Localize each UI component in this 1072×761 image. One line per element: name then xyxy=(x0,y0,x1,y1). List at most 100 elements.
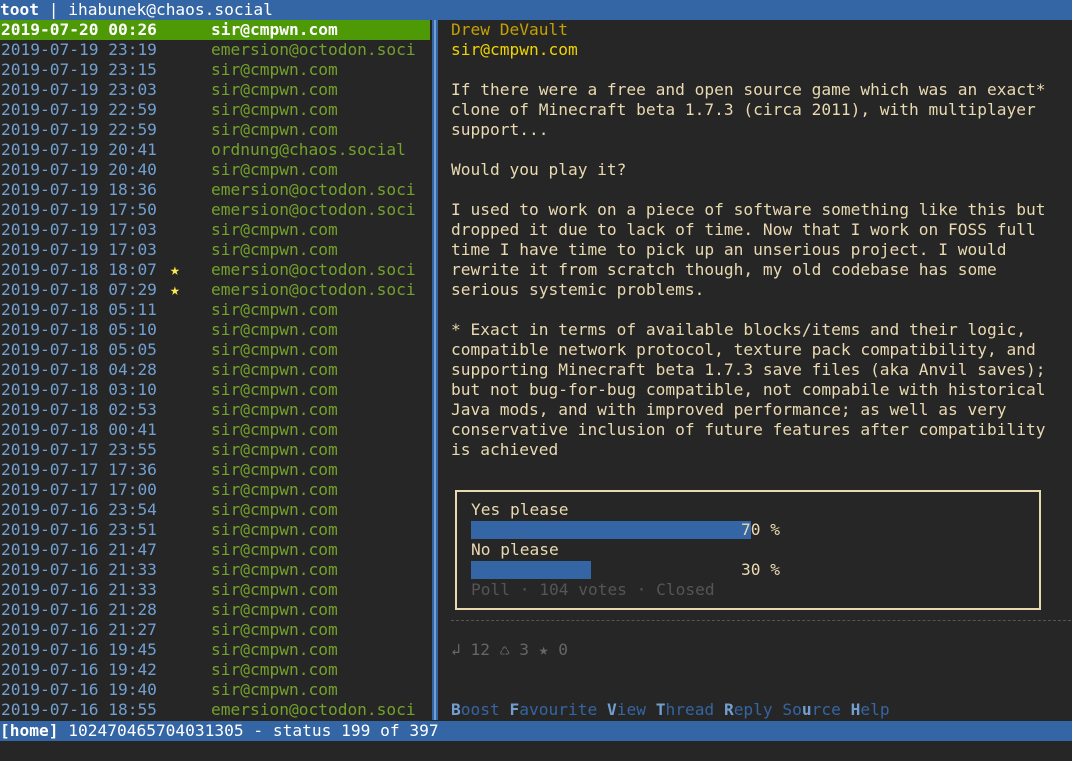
action-spacer xyxy=(597,700,607,719)
status-id: 102470465704031305 xyxy=(58,721,244,740)
timeline-row[interactable]: 2019-07-19 22:59 sir@cmpwn.com xyxy=(0,120,430,140)
status-datetime: 2019-07-19 20:40 xyxy=(1,160,157,179)
status-account: sir@cmpwn.com xyxy=(211,580,338,599)
timeline-row[interactable]: 2019-07-18 05:05 sir@cmpwn.com xyxy=(0,340,430,360)
status-account: sir@cmpwn.com xyxy=(211,660,338,679)
timeline-row[interactable]: 2019-07-19 18:36 emersion@octodon.soci xyxy=(0,180,430,200)
status-datetime: 2019-07-16 21:47 xyxy=(1,540,157,559)
status-datetime: 2019-07-19 20:41 xyxy=(1,140,157,159)
timeline-row[interactable]: 2019-07-18 04:28 sir@cmpwn.com xyxy=(0,360,430,380)
status-account: sir@cmpwn.com xyxy=(211,220,338,239)
action-thread-button[interactable]: Thread xyxy=(656,700,714,719)
pane-divider xyxy=(432,20,438,720)
status-account: sir@cmpwn.com xyxy=(211,60,338,79)
action-urce-button[interactable]: urce xyxy=(802,700,841,719)
action-reply-button[interactable]: Reply xyxy=(724,700,773,719)
timeline-row[interactable]: 2019-07-17 23:55 sir@cmpwn.com xyxy=(0,440,430,460)
status-account: sir@cmpwn.com xyxy=(211,380,338,399)
timeline-row[interactable]: 2019-07-16 18:55 emersion@octodon.soci xyxy=(0,700,430,720)
timeline-row[interactable]: 2019-07-19 23:19 emersion@octodon.soci xyxy=(0,40,430,60)
timeline-row[interactable]: 2019-07-19 20:41 ordnung@chaos.social xyxy=(0,140,430,160)
timeline-row[interactable]: 2019-07-19 23:03 sir@cmpwn.com xyxy=(0,80,430,100)
status-account: emersion@octodon.soci xyxy=(211,280,416,299)
timeline-list[interactable]: 2019-07-20 00:26 sir@cmpwn.com 2019-07-19 … xyxy=(0,20,430,720)
poll-option-percent: 70 % xyxy=(741,520,780,539)
status-datetime: 2019-07-17 23:55 xyxy=(1,440,157,459)
timeline-row[interactable]: 2019-07-18 07:29 ★ emersion@octodon.soci xyxy=(0,280,430,300)
timeline-row[interactable]: 2019-07-19 17:50 emersion@octodon.soci xyxy=(0,200,430,220)
timeline-row[interactable]: 2019-07-16 21:47 sir@cmpwn.com xyxy=(0,540,430,560)
status-datetime: 2019-07-16 21:33 xyxy=(1,560,157,579)
status-account: sir@cmpwn.com xyxy=(211,160,338,179)
timeline-row[interactable]: 2019-07-17 17:36 sir@cmpwn.com xyxy=(0,460,430,480)
status-account: sir@cmpwn.com xyxy=(211,540,338,559)
action-hotkey: u xyxy=(801,700,812,719)
timeline-row[interactable]: 2019-07-18 05:10 sir@cmpwn.com xyxy=(0,320,430,340)
action-spacer xyxy=(646,700,656,719)
status-datetime: 2019-07-18 02:53 xyxy=(1,400,157,419)
favourite-star-icon: ★ xyxy=(170,260,180,279)
action-bar: Boost Favourite View Thread Reply Source… xyxy=(451,700,890,720)
status-datetime: 2019-07-16 19:45 xyxy=(1,640,157,659)
timeline-row[interactable]: 2019-07-16 21:33 sir@cmpwn.com xyxy=(0,560,430,580)
status-account: sir@cmpwn.com xyxy=(211,600,338,619)
timeline-row[interactable]: 2019-07-19 17:03 sir@cmpwn.com xyxy=(0,240,430,260)
status-datetime: 2019-07-18 03:10 xyxy=(1,380,157,399)
status-account: sir@cmpwn.com xyxy=(211,520,338,539)
action-label: eply xyxy=(733,700,773,719)
timeline-row[interactable]: 2019-07-18 02:53 sir@cmpwn.com xyxy=(0,400,430,420)
action-hotkey: F xyxy=(509,700,520,719)
timeline-row[interactable]: 2019-07-18 03:10 sir@cmpwn.com xyxy=(0,380,430,400)
timeline-row[interactable]: 2019-07-16 21:28 sir@cmpwn.com xyxy=(0,600,430,620)
timeline-row[interactable]: 2019-07-16 23:54 sir@cmpwn.com xyxy=(0,500,430,520)
action-hotkey: T xyxy=(655,700,666,719)
status-datetime: 2019-07-18 05:11 xyxy=(1,300,157,319)
timeline-row[interactable]: 2019-07-19 22:59 sir@cmpwn.com xyxy=(0,100,430,120)
action-hotkey: R xyxy=(723,700,734,719)
status-datetime: 2019-07-19 18:36 xyxy=(1,180,157,199)
timeline-row[interactable]: 2019-07-16 23:51 sir@cmpwn.com xyxy=(0,520,430,540)
poll-option-bar: 30 % xyxy=(471,560,1031,580)
action-boost-button[interactable]: Boost xyxy=(451,700,500,719)
status-datetime: 2019-07-16 21:27 xyxy=(1,620,157,639)
status-account: emersion@octodon.soci xyxy=(211,40,416,59)
timeline-row[interactable]: 2019-07-17 17:00 sir@cmpwn.com xyxy=(0,480,430,500)
timeline-row[interactable]: 2019-07-16 21:33 sir@cmpwn.com xyxy=(0,580,430,600)
status-account: sir@cmpwn.com xyxy=(211,500,338,519)
status-account: sir@cmpwn.com xyxy=(211,680,338,699)
author-account[interactable]: sir@cmpwn.com xyxy=(451,40,1071,60)
status-paragraph: * Exact in terms of available blocks/ite… xyxy=(451,320,1046,459)
timeline-row[interactable]: 2019-07-16 19:42 sir@cmpwn.com xyxy=(0,660,430,680)
timeline-row[interactable]: 2019-07-19 23:15 sir@cmpwn.com xyxy=(0,60,430,80)
status-datetime: 2019-07-19 22:59 xyxy=(1,120,157,139)
status-datetime: 2019-07-19 23:03 xyxy=(1,80,157,99)
status-datetime: 2019-07-16 23:54 xyxy=(1,500,157,519)
action-help-button[interactable]: Help xyxy=(851,700,890,719)
action-view-button[interactable]: View xyxy=(607,700,646,719)
action-hotkey: H xyxy=(850,700,861,719)
timeline-row[interactable]: 2019-07-18 18:07 ★ emersion@octodon.soci xyxy=(0,260,430,280)
timeline-row[interactable]: 2019-07-18 00:41 sir@cmpwn.com xyxy=(0,420,430,440)
action-label: elp xyxy=(860,700,890,719)
timeline-row[interactable]: 2019-07-20 00:26 sir@cmpwn.com xyxy=(0,20,430,40)
action-favourite-button[interactable]: Favourite xyxy=(509,700,597,719)
timeline-row[interactable]: 2019-07-16 19:45 sir@cmpwn.com xyxy=(0,640,430,660)
timeline-row[interactable]: 2019-07-19 17:03 sir@cmpwn.com xyxy=(0,220,430,240)
title-separator: | xyxy=(38,0,69,19)
status-bar: [home] 102470465704031305 - status 199 o… xyxy=(0,721,1072,741)
status-datetime: 2019-07-16 19:42 xyxy=(1,660,157,679)
timeline-row[interactable]: 2019-07-16 19:40 sir@cmpwn.com xyxy=(0,680,430,700)
action-spacer xyxy=(714,700,724,719)
action-label: hread xyxy=(665,700,715,719)
status-datetime: 2019-07-17 17:36 xyxy=(1,460,157,479)
status-datetime: 2019-07-18 04:28 xyxy=(1,360,157,379)
status-datetime: 2019-07-16 21:33 xyxy=(1,580,157,599)
timeline-row[interactable]: 2019-07-18 05:11 sir@cmpwn.com xyxy=(0,300,430,320)
status-datetime: 2019-07-16 19:40 xyxy=(1,680,157,699)
status-account: emersion@octodon.soci xyxy=(211,260,416,279)
timeline-row[interactable]: 2019-07-16 21:27 sir@cmpwn.com xyxy=(0,620,430,640)
timeline-row[interactable]: 2019-07-19 20:40 sir@cmpwn.com xyxy=(0,160,430,180)
status-datetime: 2019-07-19 23:19 xyxy=(1,40,157,59)
action-spacer: So xyxy=(772,700,802,719)
status-datetime: 2019-07-18 05:10 xyxy=(1,320,157,339)
